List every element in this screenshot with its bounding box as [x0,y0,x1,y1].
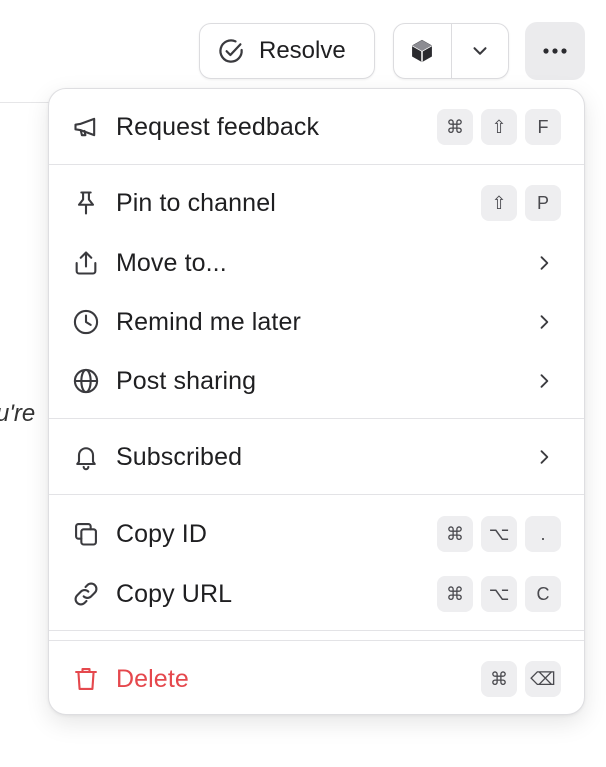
resolve-label: Resolve [259,37,346,64]
menu-item-pin-to-channel[interactable]: Pin to channel ⇧ P [49,175,584,231]
pin-icon [71,188,101,218]
menu-item-label: Copy ID [116,519,208,548]
ellipsis-icon [542,47,568,55]
copy-icon [71,519,101,549]
shortcut-key: P [525,185,561,221]
chevron-right-icon [534,253,554,273]
menu-item-label: Post sharing [116,366,257,395]
shortcut-key: C [525,576,561,612]
menu-item-label: Copy URL [116,579,233,608]
shortcut-key: ⇧ [481,185,517,221]
menu-divider [49,418,584,419]
menu-item-post-sharing[interactable]: Post sharing [49,353,584,409]
resolve-button[interactable]: Resolve [199,23,375,79]
menu-item-subscribed[interactable]: Subscribed [49,429,584,485]
shortcut-key: . [525,516,561,552]
chevron-down-icon [469,40,491,62]
context-menu: Request feedback ⌘ ⇧ F Pin to channel ⇧ … [48,88,585,715]
shortcut-key: ⌘ [481,661,517,697]
menu-item-move-to[interactable]: Move to... [49,235,584,291]
cube-icon [408,37,436,65]
keyboard-shortcut: ⌘ ⌥ . [437,516,561,552]
menu-item-delete[interactable]: Delete ⌘ ⌫ [49,651,584,707]
menu-item-label: Request feedback [116,112,320,141]
globe-icon [71,366,101,396]
check-circle-icon [216,36,246,66]
shortcut-key: ⌥ [481,576,517,612]
shortcut-key: ⌥ [481,516,517,552]
clock-icon [71,307,101,337]
background-text-fragment: u're [0,400,36,427]
menu-divider [49,640,584,641]
trash-icon [71,664,101,694]
keyboard-shortcut: ⌘ ⌥ C [437,576,561,612]
megaphone-icon [71,112,101,142]
menu-item-copy-url[interactable]: Copy URL ⌘ ⌥ C [49,566,584,622]
menu-item-label: Move to... [116,248,227,277]
menu-item-request-feedback[interactable]: Request feedback ⌘ ⇧ F [49,99,584,155]
keyboard-shortcut: ⇧ P [481,185,561,221]
shortcut-key: ⌘ [437,109,473,145]
link-icon [71,579,101,609]
cube-button[interactable] [394,24,451,78]
menu-divider [49,164,584,165]
menu-item-label: Remind me later [116,307,301,336]
dropdown-toggle-button[interactable] [450,24,509,78]
shortcut-key: ⌘ [437,576,473,612]
shortcut-key: F [525,109,561,145]
keyboard-shortcut: ⌘ ⌫ [481,661,561,697]
shortcut-key: ⌫ [525,661,561,697]
menu-divider [49,630,584,631]
menu-item-label: Delete [116,664,189,693]
menu-item-remind-me-later[interactable]: Remind me later [49,294,584,350]
share-upload-icon [71,248,101,278]
more-options-button[interactable] [525,22,585,80]
shortcut-key: ⌘ [437,516,473,552]
menu-item-copy-id[interactable]: Copy ID ⌘ ⌥ . [49,506,584,562]
menu-item-label: Pin to channel [116,188,276,217]
keyboard-shortcut: ⌘ ⇧ F [437,109,561,145]
view-split-button [393,23,509,79]
chevron-right-icon [534,312,554,332]
chevron-right-icon [534,447,554,467]
menu-divider [49,494,584,495]
menu-item-label: Subscribed [116,442,243,471]
shortcut-key: ⇧ [481,109,517,145]
chevron-right-icon [534,371,554,391]
bell-icon [71,442,101,472]
